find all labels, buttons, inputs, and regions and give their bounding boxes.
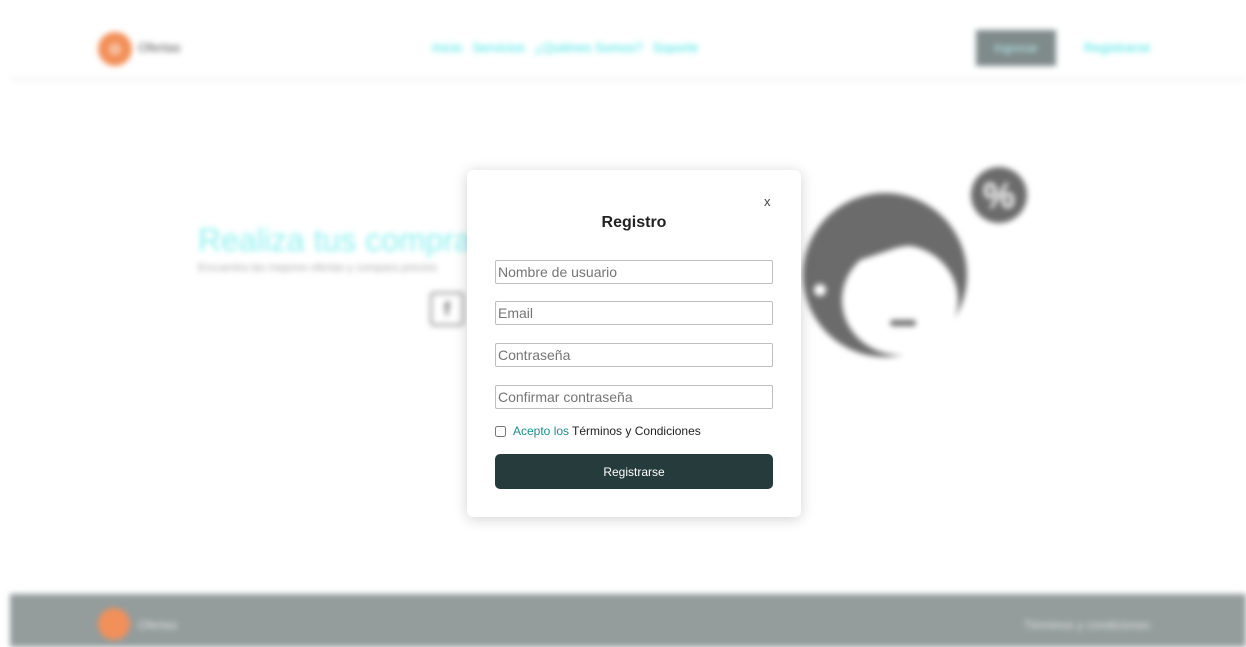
login-button[interactable]: Ingresar	[976, 30, 1056, 66]
navbar: O Ofertas Inicio Servicios ¿Quiénes Somo…	[10, 18, 1246, 80]
logo-initial: O	[109, 41, 121, 57]
username-input[interactable]	[495, 260, 773, 284]
register-link[interactable]: Registrarse	[1084, 40, 1150, 55]
nav-item-quienes-somos[interactable]: ¿Quiénes Somos?	[535, 40, 643, 55]
footer-logo-icon[interactable]	[98, 608, 130, 640]
hero-subtitle: Encuentra las mejores ofertas y compara …	[198, 262, 438, 274]
logo-text[interactable]: Ofertas	[138, 40, 181, 55]
footer-logo-text[interactable]: Ofertas	[138, 618, 177, 632]
terms-checkbox[interactable]	[495, 425, 506, 437]
hero-title: Realiza tus compras	[198, 222, 488, 258]
register-submit-button[interactable]: Registrarse	[495, 454, 773, 489]
nav-links: Inicio Servicios ¿Quiénes Somos? Soporte	[432, 40, 698, 55]
character-illustration-icon: %	[790, 160, 1040, 375]
terms-label: Términos y Condiciones	[572, 424, 701, 438]
nav-item-servicios[interactable]: Servicios	[472, 40, 525, 55]
nav-item-inicio[interactable]: Inicio	[432, 40, 462, 55]
percent-badge-icon: %	[983, 175, 1015, 216]
facebook-icon[interactable]: f	[430, 292, 464, 326]
footer: Ofertas Términos y condiciones	[10, 594, 1246, 647]
modal-title: Registro	[601, 214, 667, 231]
confirm-password-input[interactable]	[495, 385, 773, 409]
logo-icon[interactable]: O	[98, 32, 132, 66]
nav-item-soporte[interactable]: Soporte	[653, 40, 699, 55]
terms-link[interactable]: Acepto los	[513, 424, 569, 438]
registration-modal: x Registro Acepto los Términos y Condici…	[467, 170, 801, 517]
email-input[interactable]	[495, 301, 773, 325]
footer-terms-link[interactable]: Términos y condiciones	[1024, 618, 1150, 632]
close-icon[interactable]: x	[764, 194, 771, 209]
terms-row: Acepto los Términos y Condiciones	[495, 424, 701, 438]
password-input[interactable]	[495, 343, 773, 367]
